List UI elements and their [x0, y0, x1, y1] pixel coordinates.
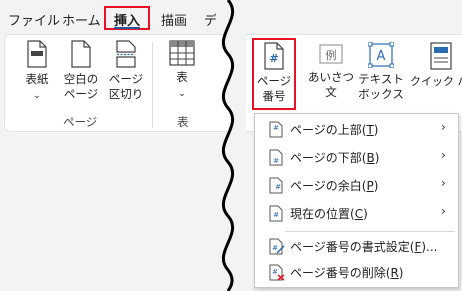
svg-text:#: #: [272, 268, 278, 276]
page-number-menu: # ページの上部(T) › # ページの下部(B) › # ページの余白(P) …: [254, 113, 459, 288]
quick-parts-icon: [430, 42, 452, 70]
svg-text:例: 例: [326, 48, 337, 62]
textbox-label: テキスト ボックス: [358, 72, 404, 101]
blank-page-button[interactable]: 空白の ページ: [60, 40, 102, 102]
cover-page-label: 表紙: [25, 72, 49, 86]
group-divider: [152, 42, 153, 128]
page-margin-icon: #: [269, 177, 283, 194]
tab-design[interactable]: デ: [204, 10, 216, 29]
menu-item-page-margins[interactable]: # ページの余白(P) ›: [255, 172, 458, 198]
blank-page-icon: [71, 40, 91, 68]
page-break-button[interactable]: ページ 区切り: [106, 40, 146, 102]
menu-item-label: ページの余白(P): [290, 179, 379, 193]
menu-item-label: ページの下部(B): [290, 151, 380, 165]
blank-page-label: 空白の ページ: [63, 72, 99, 101]
chevron-right-icon: ›: [441, 176, 446, 190]
format-page-number-icon: #: [269, 238, 285, 255]
greeting-icon: 例: [319, 44, 343, 64]
greeting-button[interactable]: 例 あいさつ 文: [308, 44, 354, 100]
svg-text:#: #: [275, 183, 281, 191]
menu-item-top-of-page[interactable]: # ページの上部(T) ›: [255, 116, 458, 142]
textbox-button[interactable]: A テキスト ボックス: [356, 41, 406, 102]
menu-item-label: ページ番号の削除(R): [290, 266, 404, 280]
textbox-icon: A: [367, 41, 395, 69]
svg-text:#: #: [273, 157, 279, 165]
tab-home[interactable]: ホーム: [62, 10, 101, 29]
chevron-down-icon: ⌄: [33, 91, 41, 101]
tab-file-label: ファイル: [8, 14, 61, 29]
current-position-icon: #: [269, 205, 283, 222]
page-number-label: ページ 番号: [256, 74, 292, 103]
remove-page-number-icon: #: [269, 264, 285, 281]
tab-insert-underline: [114, 27, 140, 29]
group-label-pages: ページ: [63, 115, 98, 129]
group-label-table: 表: [177, 115, 189, 129]
cover-page-button[interactable]: 表紙 ⌄: [18, 40, 56, 104]
table-label: 表: [176, 70, 188, 84]
cover-page-icon: [27, 40, 47, 68]
page-number-button[interactable]: # ページ 番号: [254, 42, 294, 104]
menu-item-remove-page-numbers[interactable]: # ページ番号の削除(R): [255, 259, 458, 285]
chevron-right-icon: ›: [441, 204, 446, 218]
greeting-label: あいさつ 文: [308, 70, 354, 99]
table-icon: [169, 40, 195, 66]
menu-item-label: ページ番号の書式設定(F)...: [290, 240, 438, 254]
tab-file[interactable]: ファイル: [8, 10, 60, 29]
menu-separator: [285, 231, 455, 232]
svg-text:#: #: [273, 124, 279, 132]
tab-home-label: ホーム: [62, 14, 101, 29]
svg-text:#: #: [269, 52, 278, 65]
chevron-right-icon: ›: [441, 120, 446, 134]
quick-parts-button[interactable]: クイック パー: [410, 42, 462, 89]
chevron-right-icon: ›: [441, 148, 446, 162]
page-break-label: ページ 区切り: [108, 72, 144, 101]
page-bottom-icon: #: [269, 149, 283, 166]
tab-draw[interactable]: 描画: [161, 10, 187, 29]
quick-parts-label: クイック パー: [410, 75, 462, 88]
menu-item-label: ページの上部(T): [290, 123, 379, 137]
page-break-icon: [116, 40, 136, 68]
menu-item-current-position[interactable]: # 現在の位置(C) ›: [255, 200, 458, 226]
tab-design-label: デ: [204, 14, 216, 29]
menu-item-bottom-of-page[interactable]: # ページの下部(B) ›: [255, 144, 458, 170]
page-number-icon: #: [264, 42, 284, 70]
svg-text:#: #: [272, 244, 278, 252]
table-button[interactable]: 表 ⌄: [164, 40, 200, 102]
chevron-down-icon: ⌄: [178, 89, 186, 99]
svg-text:A: A: [377, 49, 386, 64]
svg-text:#: #: [273, 211, 279, 219]
menu-item-label: 現在の位置(C): [290, 207, 368, 221]
wavy-cut-divider: [221, 0, 246, 291]
tab-draw-label: 描画: [161, 14, 188, 29]
menu-item-format-page-numbers[interactable]: # ページ番号の書式設定(F)...: [255, 233, 458, 259]
page-top-icon: #: [269, 121, 283, 138]
